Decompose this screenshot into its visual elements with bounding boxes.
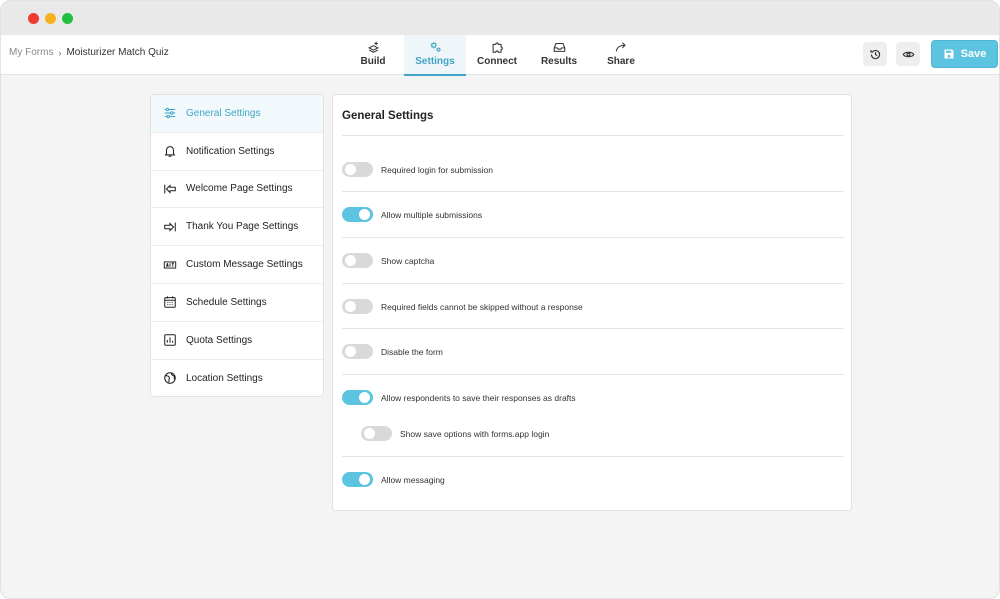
setting-save-drafts: Allow respondents to save their response… xyxy=(342,390,576,405)
toggle-switch[interactable] xyxy=(342,253,373,268)
window-titlebar xyxy=(1,1,999,35)
tab-share-label: Share xyxy=(607,56,635,67)
sidebar-item-custom-message-settings[interactable]: Custom Message Settings xyxy=(151,246,323,284)
main-tabs: Build Settings Connect Results Share xyxy=(342,35,652,76)
divider xyxy=(342,374,844,375)
setting-label: Allow messaging xyxy=(381,474,445,485)
top-header: My Forms › Moisturizer Match Quiz Build … xyxy=(1,35,999,76)
setting-label: Show save options with forms.app login xyxy=(400,428,550,439)
sidebar-item-label: Welcome Page Settings xyxy=(186,183,293,195)
floppy-disk-icon xyxy=(944,49,954,59)
bell-icon xyxy=(164,146,176,157)
arrow-right-bar-icon xyxy=(164,222,176,232)
maximize-window-button[interactable] xyxy=(62,13,73,24)
breadcrumb: My Forms › Moisturizer Match Quiz xyxy=(9,47,169,58)
setting-required-fields: Required fields cannot be skipped withou… xyxy=(342,299,583,314)
divider xyxy=(342,237,844,238)
setting-required-login: Required login for submission xyxy=(342,162,493,177)
sidebar-item-schedule-settings[interactable]: Schedule Settings xyxy=(151,284,323,322)
sidebar-item-notification-settings[interactable]: Notification Settings xyxy=(151,133,323,171)
sidebar-item-label: General Settings xyxy=(186,107,261,119)
close-window-button[interactable] xyxy=(28,13,39,24)
sliders-icon xyxy=(164,108,176,119)
sidebar-item-label: Notification Settings xyxy=(186,145,275,157)
tab-results-label: Results xyxy=(540,56,578,67)
setting-label: Required fields cannot be skipped withou… xyxy=(381,301,583,312)
save-button-label: Save xyxy=(960,48,987,60)
share-arrow-icon xyxy=(615,42,626,52)
app-window: My Forms › Moisturizer Match Quiz Build … xyxy=(0,0,1000,599)
breadcrumb-my-forms-link[interactable]: My Forms xyxy=(9,47,53,58)
gears-icon xyxy=(430,42,441,52)
toggle-switch[interactable] xyxy=(342,472,373,487)
preview-button[interactable] xyxy=(896,42,920,66)
setting-label: Allow respondents to save their response… xyxy=(381,392,576,403)
sidebar-item-label: Custom Message Settings xyxy=(186,259,303,271)
setting-allow-messaging: Allow messaging xyxy=(342,472,445,487)
history-icon xyxy=(869,49,880,59)
sidebar-item-thank-you-page-settings[interactable]: Thank You Page Settings xyxy=(151,208,323,247)
general-settings-panel: General Settings Required login for subm… xyxy=(332,94,852,511)
toggle-switch[interactable] xyxy=(342,162,373,177)
tab-results[interactable]: Results xyxy=(528,35,590,75)
setting-label: Disable the form xyxy=(381,346,443,357)
tab-settings[interactable]: Settings xyxy=(404,35,466,76)
minimize-window-button[interactable] xyxy=(45,13,56,24)
toggle-switch[interactable] xyxy=(342,390,373,405)
calendar-icon xyxy=(164,296,176,309)
setting-save-options-login: Show save options with forms.app login xyxy=(361,426,549,441)
tab-build-label: Build xyxy=(360,56,386,67)
build-icon xyxy=(367,41,379,53)
eye-icon xyxy=(902,51,914,57)
setting-label: Allow multiple submissions xyxy=(381,209,483,220)
inbox-icon xyxy=(553,42,565,52)
tab-settings-label: Settings xyxy=(415,56,455,67)
divider xyxy=(342,135,844,136)
settings-sidebar: General Settings Notification Settings W… xyxy=(150,94,324,397)
setting-label: Required login for submission xyxy=(381,164,493,175)
sidebar-item-label: Quota Settings xyxy=(186,334,253,346)
toggle-switch[interactable] xyxy=(361,426,392,441)
arrow-left-bar-icon xyxy=(164,184,176,194)
toggle-switch[interactable] xyxy=(342,207,373,222)
bar-chart-icon xyxy=(164,334,176,346)
setting-allow-multiple-submissions: Allow multiple submissions xyxy=(342,207,482,222)
divider xyxy=(342,283,844,284)
divider xyxy=(342,328,844,329)
puzzle-icon xyxy=(492,42,503,53)
sidebar-item-label: Thank You Page Settings xyxy=(186,221,299,233)
sidebar-item-label: Schedule Settings xyxy=(186,296,267,308)
tab-share[interactable]: Share xyxy=(590,35,652,75)
toggle-switch[interactable] xyxy=(342,299,373,314)
setting-label: Show captcha xyxy=(381,255,435,266)
sidebar-item-quota-settings[interactable]: Quota Settings xyxy=(151,322,323,360)
tab-connect[interactable]: Connect xyxy=(466,35,528,75)
save-button[interactable]: Save xyxy=(931,40,998,68)
sidebar-item-general-settings[interactable]: General Settings xyxy=(151,95,323,133)
message-box-icon xyxy=(163,261,177,269)
setting-show-captcha: Show captcha xyxy=(342,253,434,268)
divider xyxy=(342,456,844,457)
divider xyxy=(342,191,844,192)
breadcrumb-current-form: Moisturizer Match Quiz xyxy=(66,47,169,58)
tab-build[interactable]: Build xyxy=(342,35,404,75)
tab-connect-label: Connect xyxy=(477,56,517,67)
history-button[interactable] xyxy=(863,42,887,66)
globe-icon xyxy=(164,372,176,385)
toggle-switch[interactable] xyxy=(342,344,373,359)
panel-title: General Settings xyxy=(342,110,434,122)
sidebar-item-label: Location Settings xyxy=(186,372,263,384)
breadcrumb-separator: › xyxy=(58,47,62,58)
sidebar-item-welcome-page-settings[interactable]: Welcome Page Settings xyxy=(151,171,323,209)
setting-disable-form: Disable the form xyxy=(342,344,443,359)
sidebar-item-location-settings[interactable]: Location Settings xyxy=(151,360,323,396)
